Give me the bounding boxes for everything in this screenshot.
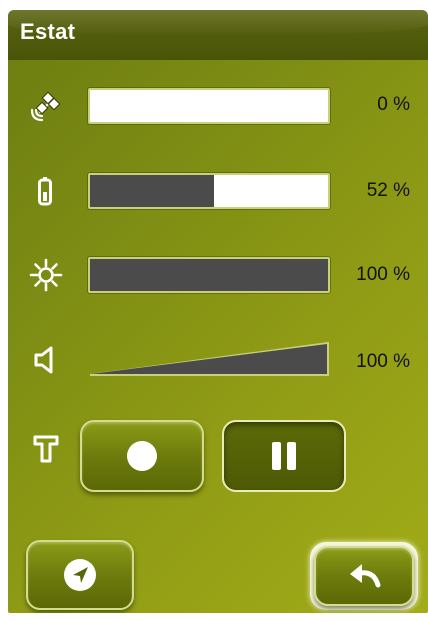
- speaker-icon: [26, 340, 66, 380]
- gps-signal-percent: 0 %: [377, 94, 410, 115]
- navigation-arrow-icon: [64, 559, 96, 591]
- volume-fill: [91, 344, 327, 374]
- battery-bar: [88, 173, 330, 209]
- gps-signal-bar: [88, 88, 330, 124]
- status-screen: Estat 0 % 52 % 100 % 100 %: [8, 10, 428, 613]
- battery-percent: 52 %: [366, 180, 410, 201]
- brightness-fill: [90, 259, 328, 291]
- volume-percent: 100 %: [356, 351, 410, 372]
- pause-button[interactable]: [222, 420, 346, 492]
- back-arrow-icon: [350, 564, 381, 588]
- battery-fill: [90, 175, 214, 207]
- volume-bar: [89, 341, 329, 376]
- navigate-button[interactable]: [26, 540, 134, 610]
- header-bar: Estat: [8, 10, 428, 60]
- back-button[interactable]: [314, 546, 414, 606]
- record-icon: [127, 441, 157, 471]
- pause-icon: [272, 442, 296, 470]
- record-button[interactable]: [80, 420, 204, 492]
- brightness-icon: [26, 255, 66, 295]
- brightness-percent: 100 %: [356, 264, 410, 285]
- page-title: Estat: [20, 19, 76, 44]
- track-t-icon: [26, 428, 66, 468]
- satellite-icon: [26, 86, 66, 126]
- battery-icon: [26, 172, 66, 212]
- brightness-bar: [88, 257, 330, 293]
